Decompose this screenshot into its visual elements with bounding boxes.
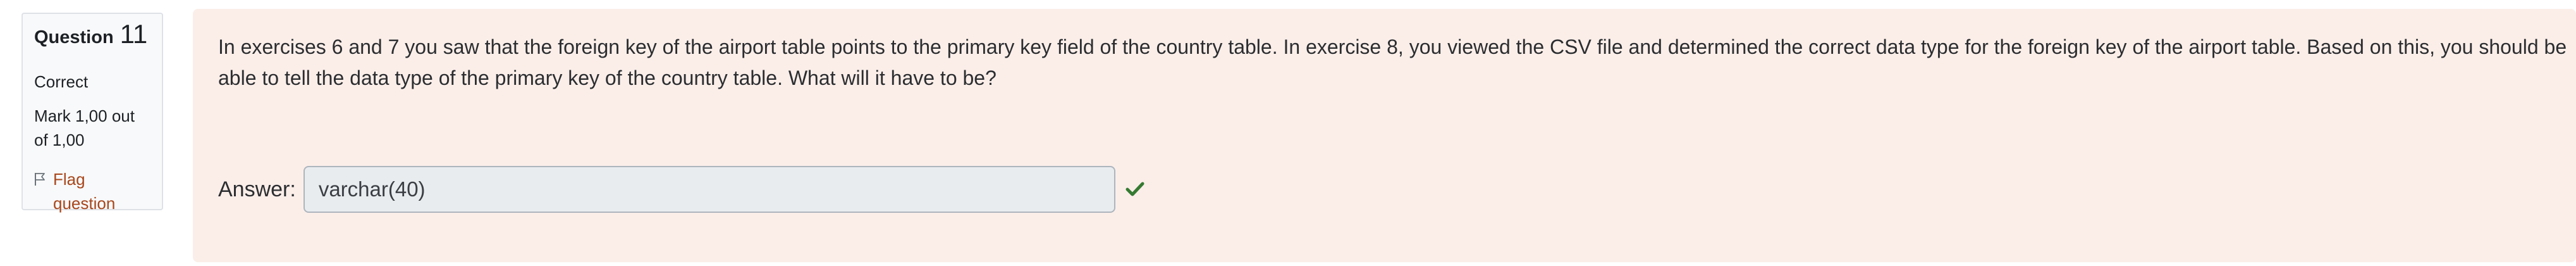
question-text: In exercises 6 and 7 you saw that the fo… <box>218 35 2567 89</box>
answer-input[interactable] <box>303 166 1115 213</box>
answer-row: Answer: <box>218 166 1146 213</box>
question-state: Correct <box>34 72 89 91</box>
checkmark-icon <box>1124 179 1146 200</box>
flag-question-label: Flag question <box>53 170 116 213</box>
question-label: Question <box>34 27 114 48</box>
flag-question-link[interactable]: Flag question <box>34 167 152 215</box>
question-page: Question 11 Correct Mark 1,00 out of 1,0… <box>0 0 2576 266</box>
question-number-value: 11 <box>120 19 148 49</box>
question-number: Question 11 <box>34 19 152 63</box>
question-grade: Mark 1,00 out of 1,00 <box>34 106 135 149</box>
answer-label: Answer: <box>218 177 296 201</box>
flag-icon <box>34 167 48 191</box>
question-info-card: Question 11 Correct Mark 1,00 out of 1,0… <box>21 13 163 213</box>
question-content-panel: In exercises 6 and 7 you saw that the fo… <box>193 9 2576 262</box>
